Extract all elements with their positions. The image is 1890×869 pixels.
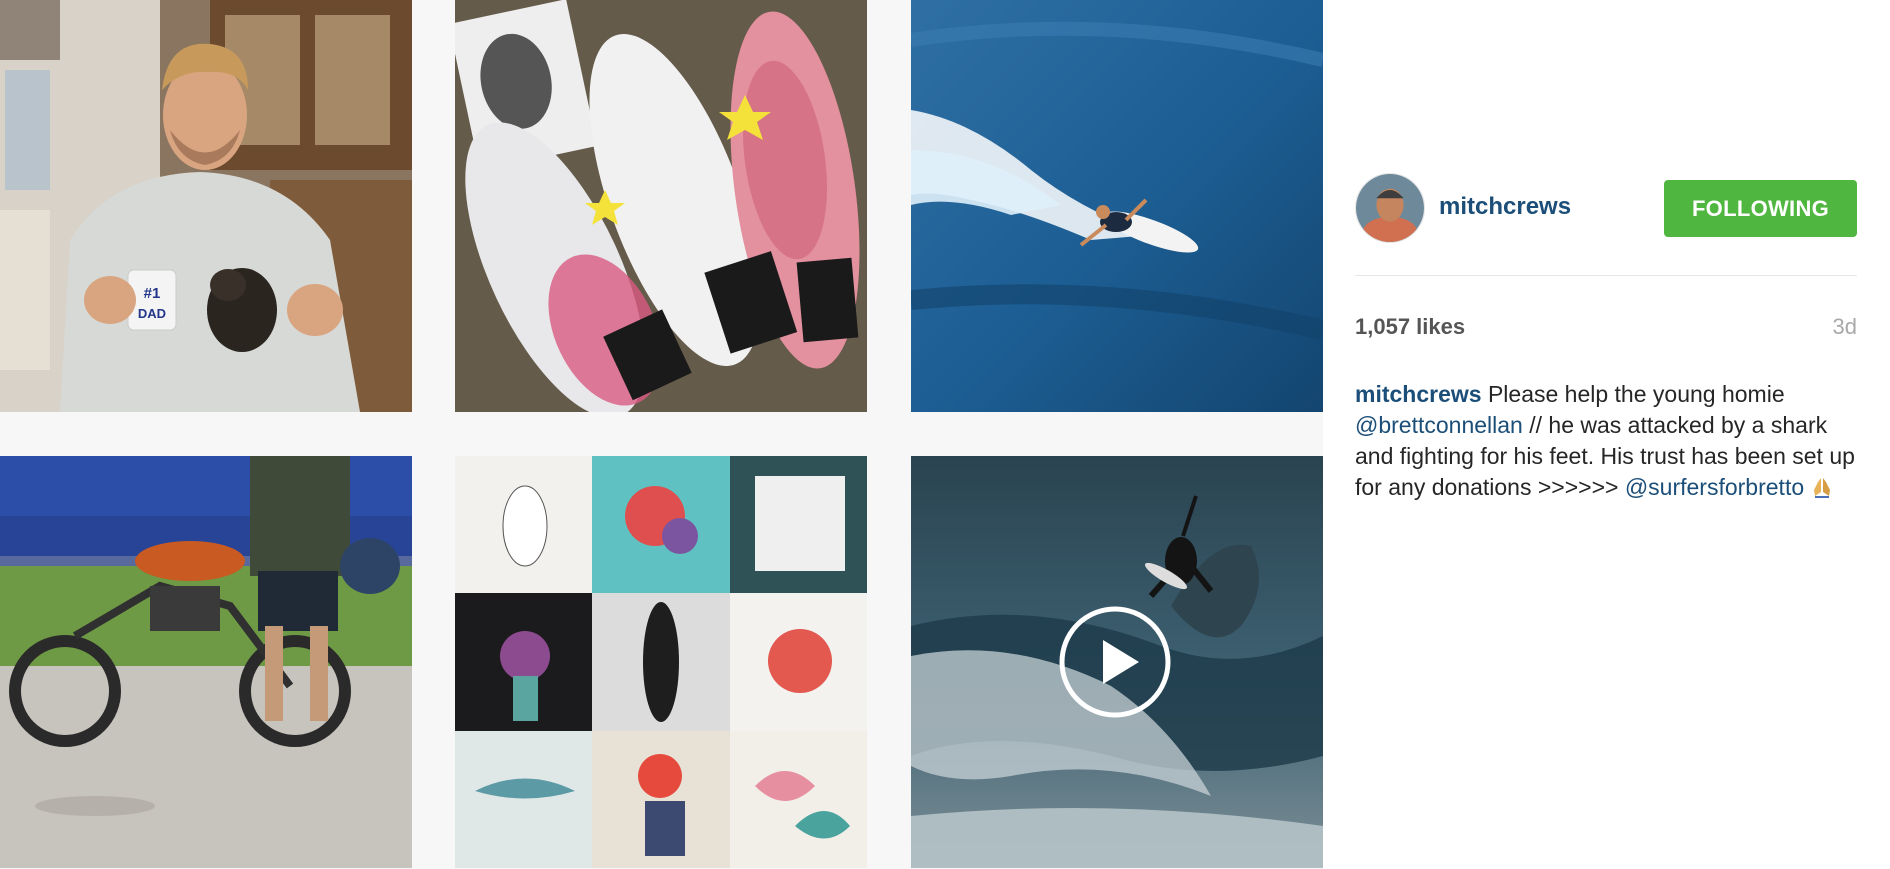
photo-motorcycle	[0, 456, 412, 868]
photo-tile-surfboards[interactable]	[455, 0, 867, 412]
photo-surfer	[911, 0, 1323, 412]
post-caption: mitchcrews Please help the young homie @…	[1355, 379, 1865, 503]
photo-grid: #1 DAD	[0, 0, 1323, 869]
photo-tile-surfer[interactable]	[911, 0, 1323, 412]
following-button[interactable]: FOLLOWING	[1664, 180, 1857, 237]
mention-surfersforbretto[interactable]: @surfersforbretto	[1625, 474, 1804, 500]
avatar-image	[1356, 174, 1424, 242]
post-age[interactable]: 3d	[1833, 314, 1857, 340]
praying-hands-icon	[1813, 478, 1830, 498]
likes-count[interactable]: 1,057 likes	[1355, 314, 1465, 340]
post-details-panel: mitchcrews FOLLOWING 1,057 likes 3d mitc…	[1323, 0, 1890, 869]
caption-text-1: Please help the young homie	[1481, 381, 1785, 407]
play-button[interactable]	[1059, 606, 1171, 718]
svg-text:#1: #1	[144, 285, 161, 302]
photo-art-collage	[455, 456, 867, 868]
play-icon	[1059, 606, 1171, 718]
caption-author[interactable]: mitchcrews	[1355, 381, 1482, 407]
photo-tile-art-collage[interactable]	[455, 456, 867, 868]
author-username[interactable]: mitchcrews	[1439, 193, 1571, 221]
divider	[1355, 275, 1857, 276]
photo-surfboards	[455, 0, 867, 412]
photo-tile-motorcycle[interactable]	[0, 456, 412, 868]
author-avatar[interactable]	[1355, 173, 1425, 243]
photo-dad-mug: #1 DAD	[0, 0, 412, 412]
mention-brettconnellan[interactable]: @brettconnellan	[1355, 412, 1523, 438]
svg-text:DAD: DAD	[138, 306, 166, 321]
photo-tile-dad-mug[interactable]: #1 DAD	[0, 0, 412, 412]
